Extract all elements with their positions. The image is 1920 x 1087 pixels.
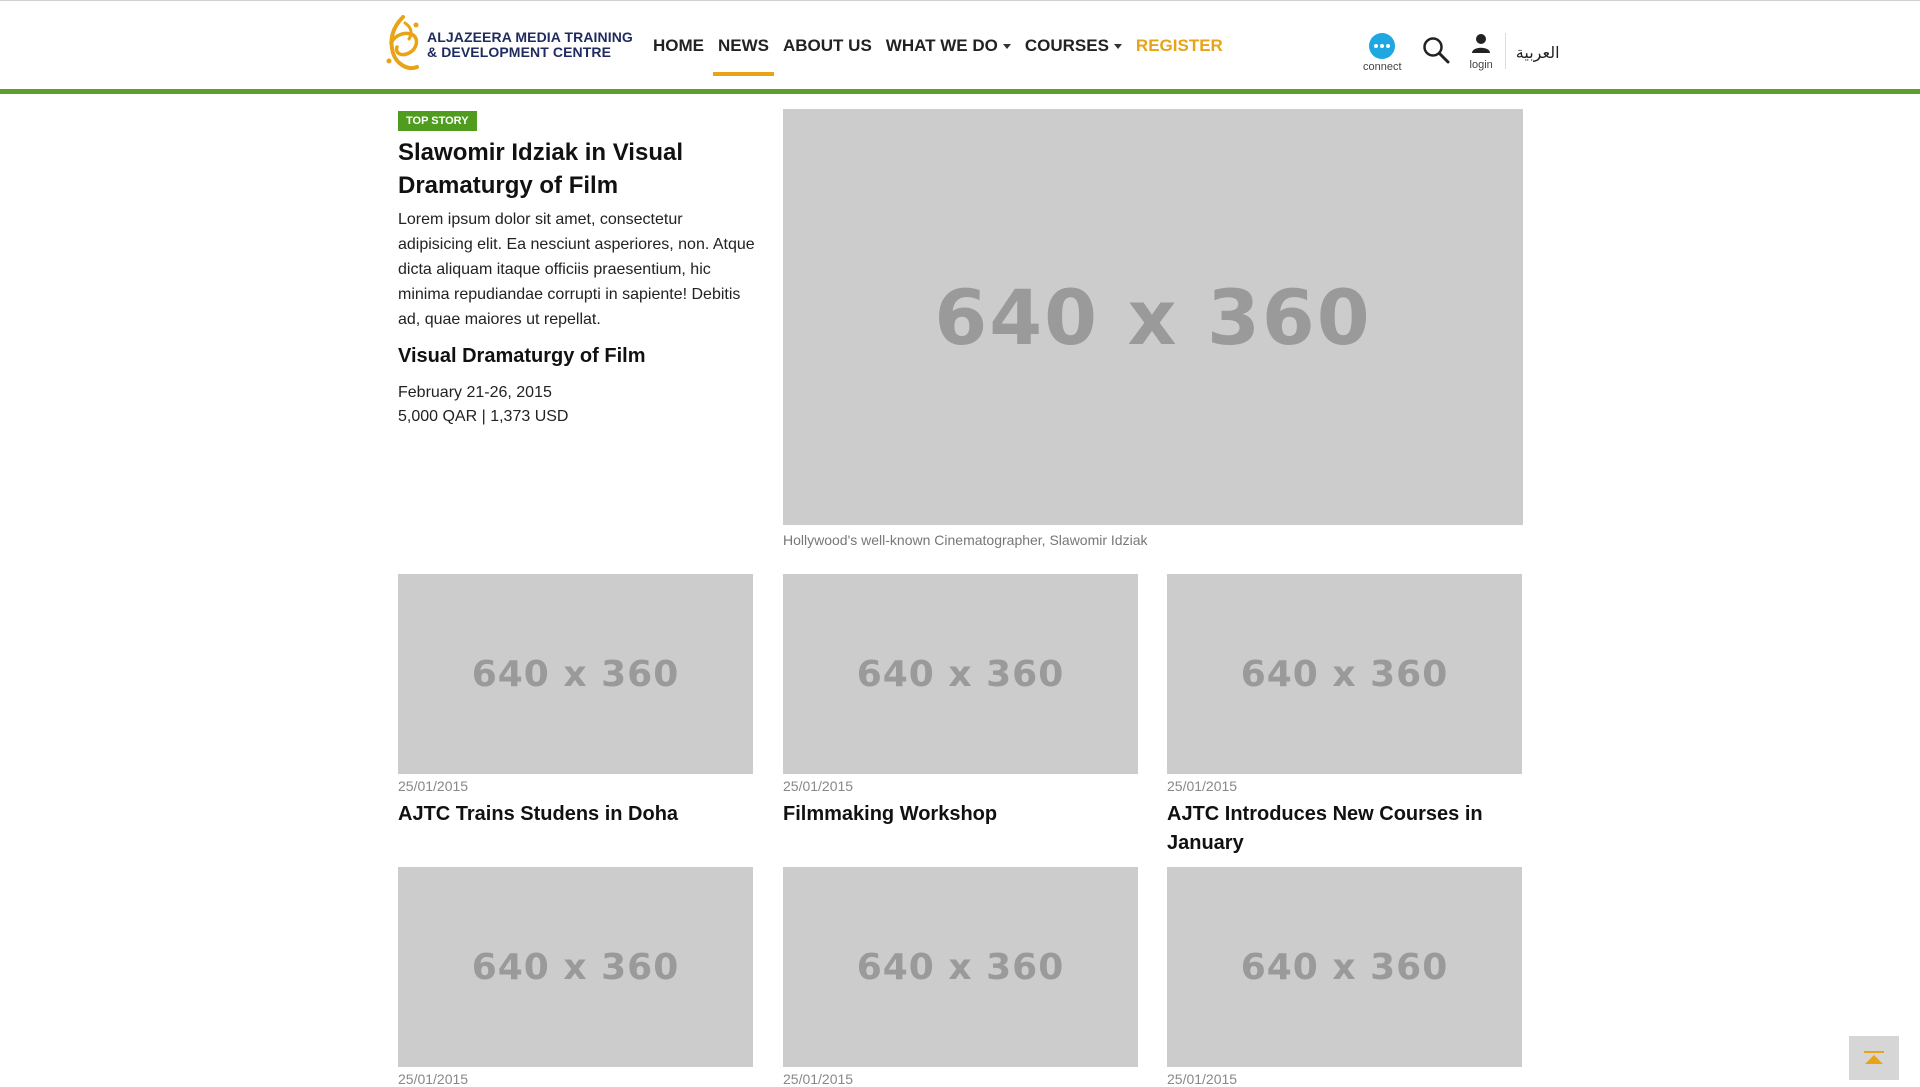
arrow-up-icon [1864, 1051, 1884, 1064]
nav-news[interactable]: NEWS [713, 1, 774, 90]
connect-label: connect [1363, 61, 1402, 73]
news-image[interactable]: 640 x 360 [398, 574, 753, 774]
news-date: 25/01/2015 [783, 778, 854, 794]
news-image[interactable]: 640 x 360 [398, 867, 753, 1067]
top-story-dates: February 21-26, 2015 [398, 384, 552, 401]
chat-bubble-icon [1369, 33, 1396, 59]
news-card[interactable]: 640 x 360 25/01/2015 [783, 867, 1138, 1087]
top-story-caption: Hollywood's well-known Cinematographer, … [783, 532, 1148, 548]
nav-what-we-do-label: WHAT WE DO [885, 35, 998, 55]
news-title[interactable]: Filmmaking Workshop [783, 800, 1138, 829]
header-green-bar [0, 89, 1920, 94]
news-date: 25/01/2015 [1167, 1071, 1238, 1087]
top-story-title[interactable]: Slawomir Idziak in Visual Dramaturgy of … [398, 136, 738, 202]
nav-about-us[interactable]: ABOUT US [783, 1, 872, 90]
main-nav: HOME NEWS ABOUT US WHAT WE DO COURSES RE… [653, 1, 1237, 90]
header-tools: connect login العربية [1363, 33, 1560, 73]
chevron-down-icon [1002, 43, 1011, 49]
chevron-down-icon [1113, 43, 1122, 49]
news-title[interactable]: AJTC Trains Studens in Doha [398, 800, 753, 829]
news-image[interactable]: 640 x 360 [783, 574, 1138, 774]
connect-button[interactable]: connect [1363, 33, 1402, 73]
back-to-top-button[interactable] [1849, 1036, 1899, 1080]
news-card[interactable]: 640 x 360 25/01/2015 AJTC Trains Studens… [398, 574, 753, 829]
top-story-price: 5,000 QAR | 1,373 USD [398, 408, 569, 425]
nav-courses-label: COURSES [1024, 35, 1109, 55]
news-card[interactable]: 640 x 360 25/01/2015 [1167, 867, 1522, 1087]
login-button[interactable]: login [1470, 33, 1493, 71]
nav-home-label: HOME [653, 35, 704, 55]
news-image[interactable]: 640 x 360 [1167, 867, 1522, 1067]
top-story-meta: February 21-26, 2015 5,000 QAR | 1,373 U… [398, 381, 568, 429]
news-date: 25/01/2015 [398, 778, 469, 794]
site-header: ALJAZEERA MEDIA TRAINING & DEVELOPMENT C… [0, 1, 1920, 90]
nav-news-label: NEWS [718, 35, 769, 55]
login-label: login [1469, 59, 1493, 71]
news-date: 25/01/2015 [783, 1071, 854, 1087]
site-logo[interactable]: ALJAZEERA MEDIA TRAINING & DEVELOPMENT C… [383, 13, 633, 77]
nav-register[interactable]: REGISTER [1136, 1, 1223, 90]
nav-home[interactable]: HOME [653, 1, 704, 90]
nav-courses[interactable]: COURSES [1025, 1, 1122, 90]
logo-text: ALJAZEERA MEDIA TRAINING & DEVELOPMENT C… [427, 30, 633, 60]
logo-line-2: & DEVELOPMENT CENTRE [427, 44, 612, 60]
search-button[interactable] [1422, 36, 1450, 64]
top-story-image[interactable]: 640 x 360 [783, 109, 1523, 525]
tools-divider [1504, 33, 1506, 69]
top-story-body: Lorem ipsum dolor sit amet, consectetur … [398, 211, 755, 328]
news-card[interactable]: 640 x 360 25/01/2015 AJTC Introduces New… [1167, 574, 1522, 858]
news-card[interactable]: 640 x 360 25/01/2015 Filmmaking Workshop [783, 574, 1138, 829]
news-image[interactable]: 640 x 360 [1167, 574, 1522, 774]
user-icon [1472, 34, 1491, 53]
top-story-course-title[interactable]: Visual Dramaturgy of Film [398, 345, 645, 368]
news-title[interactable]: AJTC Introduces New Courses in January [1167, 800, 1522, 858]
search-icon [1422, 37, 1450, 64]
news-image[interactable]: 640 x 360 [783, 867, 1138, 1067]
news-date: 25/01/2015 [398, 1071, 469, 1087]
language-switch[interactable]: العربية [1516, 43, 1560, 62]
logo-line-1: ALJAZEERA MEDIA TRAINING [427, 29, 633, 45]
news-date: 25/01/2015 [1167, 778, 1238, 794]
aljazeera-logo-icon [386, 15, 419, 70]
nav-what-we-do[interactable]: WHAT WE DO [886, 1, 1011, 90]
news-card[interactable]: 640 x 360 25/01/2015 [398, 867, 753, 1087]
nav-about-us-label: ABOUT US [783, 35, 872, 55]
nav-register-label: REGISTER [1135, 35, 1223, 55]
top-story-badge: TOP STORY [398, 111, 477, 131]
